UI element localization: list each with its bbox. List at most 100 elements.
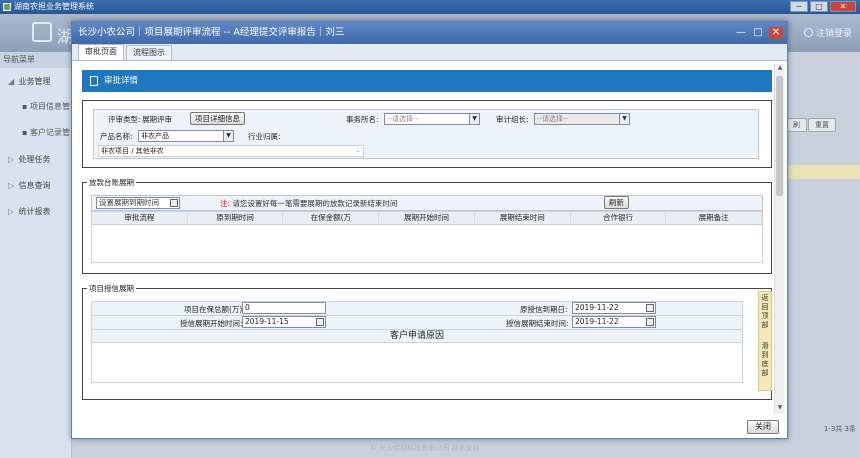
review-info-group: 评审类型: 展期评审 项目详细信息 事务所名: --请选择-- ▼ 审计组长: -… — [82, 100, 772, 168]
product-select[interactable]: 非农产品 ▼ — [138, 130, 234, 142]
scroll-up-icon[interactable]: ▲ — [775, 64, 785, 74]
audit-leader-select-value: --请选择-- — [537, 115, 569, 123]
logo-cube-icon — [32, 22, 52, 42]
dialog-minimize-button[interactable]: — — [735, 27, 747, 39]
column-header[interactable]: 原到期时间 — [188, 212, 284, 224]
sidebar-item-project-info[interactable]: ▪ 项目信息管 — [0, 94, 71, 120]
scroll-to-bottom-link[interactable]: 滑到底部 — [759, 342, 771, 378]
app-icon — [3, 3, 11, 11]
chevron-down-icon: ▼ — [469, 114, 479, 124]
calendar-icon — [646, 318, 654, 326]
end-date-field[interactable]: 2019-11-22 — [572, 316, 656, 328]
dialog-close-icon[interactable]: ✕ — [769, 27, 783, 39]
office-select-value: --请选择-- — [387, 115, 419, 123]
document-icon — [90, 76, 98, 86]
audit-leader-select[interactable]: --请选择-- ▼ — [534, 113, 630, 125]
credit-extension-legend: 项目授信展期 — [87, 283, 136, 294]
sidebar-item-label: 业务管理 — [18, 77, 51, 86]
bg-reset-button[interactable]: 重置 — [808, 118, 836, 132]
logout-label: 注销登录 — [815, 29, 852, 39]
industry-select[interactable]: 非农项目 / 其他非农 ⌄ — [98, 145, 364, 157]
office-label: 事务所名: — [346, 115, 379, 124]
reason-title: 客户申请原因 — [91, 329, 743, 343]
sidebar-item-label: 处理任务 — [18, 155, 51, 164]
loan-ledger-group: 放款台账展期 设置展期到期时间 注: 请您设置好每一笔需要展期的放款记录新结束时… — [82, 177, 772, 274]
tab-flowchart[interactable]: 流程图示 — [126, 45, 172, 60]
os-minimize-button[interactable]: ─ — [790, 1, 808, 12]
ledger-toolbar: 设置展期到期时间 注: 请您设置好每一笔需要展期的放款记录新结束时间 刷新 — [91, 195, 763, 211]
sidebar-item-customer-records[interactable]: ▪ 客户记录管 — [0, 120, 71, 146]
ledger-note: 注: 请您设置好每一笔需要展期的放款记录新结束时间 — [220, 198, 397, 209]
product-select-value: 非农产品 — [141, 132, 169, 140]
chevron-down-icon: ⌄ — [353, 146, 363, 156]
note-prefix: 注: — [220, 199, 231, 208]
column-header[interactable]: 展期开始时间 — [379, 212, 475, 224]
sidebar-item-reports[interactable]: ▷ 统计报表 — [0, 198, 71, 224]
floating-nav: 返回顶部 滑到底部 — [758, 291, 772, 391]
amount-label: 项目在保总额(万): — [184, 305, 245, 314]
sidebar-item-label: 统计报表 — [18, 207, 51, 216]
column-header[interactable]: 在保金额(万 — [283, 212, 380, 224]
bg-refresh-button[interactable]: 刷 — [786, 118, 807, 132]
scroll-down-icon[interactable]: ▼ — [775, 404, 785, 414]
audit-leader-label: 审计组长: — [496, 115, 529, 124]
amount-field[interactable]: 0 — [242, 302, 326, 314]
collapse-arrow-icon: ▷ — [8, 155, 15, 164]
expand-arrow-icon: ◢ — [8, 77, 15, 86]
calendar-icon — [170, 199, 178, 207]
start-date-field[interactable]: 2019-11-15 — [242, 316, 326, 328]
extension-date-placeholder: 设置展期到期时间 — [99, 198, 159, 207]
calendar-icon — [316, 318, 324, 326]
credit-row-1: 项目在保总额(万): 0 原授信到期日: 2019-11-22 — [91, 301, 743, 315]
column-header[interactable]: 展期备注 — [666, 212, 763, 224]
amount-value: 0 — [245, 303, 250, 312]
dialog-title: 长沙小农公司｜项目展期评审流程 -- A经理提交评审报告｜刘三 — [78, 27, 345, 38]
start-date-label: 授信展期开始时间: — [180, 319, 243, 328]
credit-extension-group: 项目授信展期 项目在保总额(万): 0 原授信到期日: 2019-11-22 授… — [82, 283, 772, 400]
calendar-icon — [646, 304, 654, 312]
scroll-thumb[interactable] — [776, 76, 783, 196]
dialog-titlebar: 长沙小农公司｜项目展期评审流程 -- A经理提交评审报告｜刘三 — □ ✕ — [72, 22, 787, 44]
dialog-scrollbar[interactable]: ▲ ▼ — [774, 64, 784, 414]
dialog-maximize-button[interactable]: □ — [752, 27, 764, 39]
sidebar-item-label: 客户记录管 — [29, 128, 70, 137]
chevron-down-icon: ▼ — [619, 114, 629, 124]
column-header[interactable]: 审批流程 — [92, 212, 188, 224]
tab-approval[interactable]: 审批页面 — [78, 44, 124, 60]
os-window-title: 湖南农担业务管理系统 — [14, 2, 94, 11]
review-dialog: 长沙小农公司｜项目展期评审流程 -- A经理提交评审报告｜刘三 — □ ✕ 审批… — [71, 21, 788, 439]
review-type-label: 评审类型: — [108, 115, 141, 124]
column-header[interactable]: 合作银行 — [571, 212, 667, 224]
office-select[interactable]: --请选择-- ▼ — [384, 113, 480, 125]
column-header[interactable]: 展期结束时间 — [475, 212, 571, 224]
section-title: 审批详情 — [104, 76, 139, 86]
reason-textarea[interactable] — [91, 343, 743, 383]
os-titlebar: 湖南农担业务管理系统 ─ □ ✕ — [0, 0, 860, 14]
loan-ledger-legend: 放款台账展期 — [87, 177, 136, 188]
note-text: 请您设置好每一笔需要展期的放款记录新结束时间 — [232, 199, 398, 208]
sidebar-item-label: 项目信息管 — [29, 102, 70, 111]
os-close-button[interactable]: ✕ — [830, 1, 856, 12]
ledger-table-header: 审批流程 原到期时间 在保金额(万 展期开始时间 展期结束时间 合作银行 展期备… — [91, 211, 763, 225]
close-button[interactable]: 关闭 — [747, 420, 779, 434]
sidebar-item-label: 信息查询 — [18, 181, 51, 190]
sidebar-item-tasks[interactable]: ▷ 处理任务 — [0, 146, 71, 172]
extension-date-input[interactable]: 设置展期到期时间 — [96, 197, 180, 209]
collapse-arrow-icon: ▷ — [8, 181, 15, 190]
orig-due-field[interactable]: 2019-11-22 — [572, 302, 656, 314]
logout-link[interactable]: 注销登录 — [803, 26, 852, 39]
sidebar-item-business[interactable]: ◢ 业务管理 — [0, 68, 71, 94]
orig-due-value: 2019-11-22 — [575, 303, 619, 312]
chevron-down-icon: ▼ — [223, 131, 233, 141]
os-maximize-button[interactable]: □ — [810, 1, 828, 12]
refresh-button[interactable]: 刷新 — [604, 196, 629, 209]
end-date-value: 2019-11-22 — [575, 317, 619, 326]
back-to-top-link[interactable]: 返回顶部 — [759, 294, 771, 342]
section-header: 审批详情 — [82, 70, 772, 92]
bg-pager: 1-3共 3条 — [823, 425, 856, 433]
sidebar-item-query[interactable]: ▷ 信息查询 — [0, 172, 71, 198]
bg-footer: © 长沙佳翔科技有限公司 技术支持 — [370, 444, 480, 452]
review-type-value: 展期评审 — [142, 115, 172, 124]
project-detail-button[interactable]: 项目详细信息 — [190, 112, 245, 125]
industry-label: 行业归属: — [248, 132, 281, 141]
